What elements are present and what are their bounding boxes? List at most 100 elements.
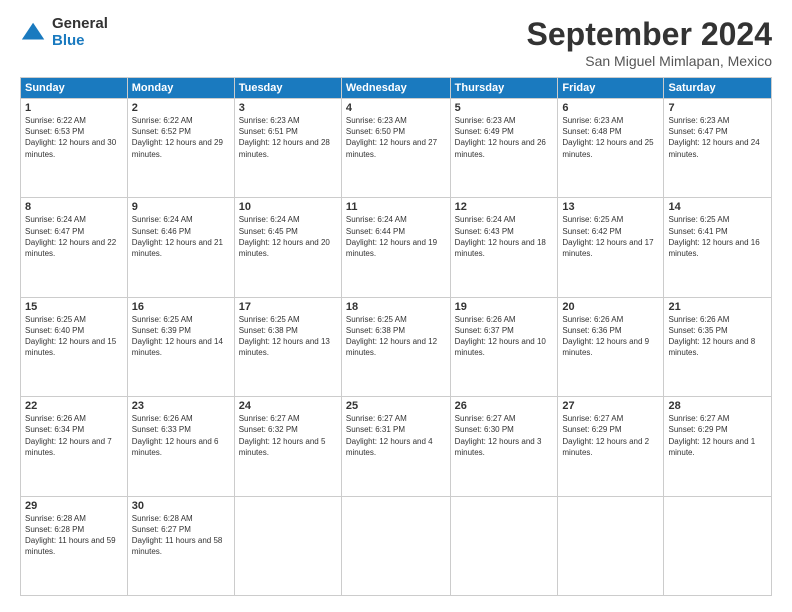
calendar-cell-1-1: 9 Sunrise: 6:24 AMSunset: 6:46 PMDayligh…	[127, 198, 234, 297]
calendar-cell-4-0: 29 Sunrise: 6:28 AMSunset: 6:28 PMDaylig…	[21, 496, 128, 595]
calendar-cell-2-3: 18 Sunrise: 6:25 AMSunset: 6:38 PMDaylig…	[341, 297, 450, 396]
calendar-cell-2-4: 19 Sunrise: 6:26 AMSunset: 6:37 PMDaylig…	[450, 297, 558, 396]
calendar-cell-3-5: 27 Sunrise: 6:27 AMSunset: 6:29 PMDaylig…	[558, 397, 664, 496]
day-info: Sunrise: 6:22 AMSunset: 6:53 PMDaylight:…	[25, 115, 123, 160]
day-number: 19	[455, 301, 554, 313]
calendar-cell-4-6	[664, 496, 772, 595]
day-number: 25	[346, 400, 446, 412]
calendar-cell-4-4	[450, 496, 558, 595]
day-number: 26	[455, 400, 554, 412]
day-info: Sunrise: 6:23 AMSunset: 6:47 PMDaylight:…	[668, 115, 767, 160]
day-info: Sunrise: 6:26 AMSunset: 6:37 PMDaylight:…	[455, 314, 554, 359]
day-number: 1	[25, 102, 123, 114]
day-info: Sunrise: 6:26 AMSunset: 6:35 PMDaylight:…	[668, 314, 767, 359]
day-info: Sunrise: 6:27 AMSunset: 6:29 PMDaylight:…	[562, 413, 659, 458]
col-friday: Friday	[558, 78, 664, 99]
day-number: 8	[25, 201, 123, 213]
calendar-header-row: Sunday Monday Tuesday Wednesday Thursday…	[21, 78, 772, 99]
day-number: 14	[668, 201, 767, 213]
day-number: 11	[346, 201, 446, 213]
day-number: 24	[239, 400, 337, 412]
day-number: 29	[25, 500, 123, 512]
day-number: 27	[562, 400, 659, 412]
day-info: Sunrise: 6:27 AMSunset: 6:29 PMDaylight:…	[668, 413, 767, 458]
calendar-cell-1-4: 12 Sunrise: 6:24 AMSunset: 6:43 PMDaylig…	[450, 198, 558, 297]
col-sunday: Sunday	[21, 78, 128, 99]
day-number: 9	[132, 201, 230, 213]
day-number: 5	[455, 102, 554, 114]
day-number: 12	[455, 201, 554, 213]
day-info: Sunrise: 6:23 AMSunset: 6:51 PMDaylight:…	[239, 115, 337, 160]
day-info: Sunrise: 6:25 AMSunset: 6:40 PMDaylight:…	[25, 314, 123, 359]
week-row-1: 1 Sunrise: 6:22 AMSunset: 6:53 PMDayligh…	[21, 99, 772, 198]
day-info: Sunrise: 6:24 AMSunset: 6:46 PMDaylight:…	[132, 214, 230, 259]
day-info: Sunrise: 6:23 AMSunset: 6:50 PMDaylight:…	[346, 115, 446, 160]
calendar-cell-0-0: 1 Sunrise: 6:22 AMSunset: 6:53 PMDayligh…	[21, 99, 128, 198]
calendar-cell-4-1: 30 Sunrise: 6:28 AMSunset: 6:27 PMDaylig…	[127, 496, 234, 595]
logo-general: General	[52, 16, 108, 33]
day-info: Sunrise: 6:27 AMSunset: 6:31 PMDaylight:…	[346, 413, 446, 458]
calendar-table: Sunday Monday Tuesday Wednesday Thursday…	[20, 77, 772, 596]
calendar-cell-2-6: 21 Sunrise: 6:26 AMSunset: 6:35 PMDaylig…	[664, 297, 772, 396]
day-info: Sunrise: 6:23 AMSunset: 6:49 PMDaylight:…	[455, 115, 554, 160]
logo-blue: Blue	[52, 33, 108, 50]
calendar-cell-2-0: 15 Sunrise: 6:25 AMSunset: 6:40 PMDaylig…	[21, 297, 128, 396]
calendar-cell-2-1: 16 Sunrise: 6:25 AMSunset: 6:39 PMDaylig…	[127, 297, 234, 396]
col-wednesday: Wednesday	[341, 78, 450, 99]
day-info: Sunrise: 6:25 AMSunset: 6:39 PMDaylight:…	[132, 314, 230, 359]
day-number: 3	[239, 102, 337, 114]
day-number: 15	[25, 301, 123, 313]
calendar-cell-3-4: 26 Sunrise: 6:27 AMSunset: 6:30 PMDaylig…	[450, 397, 558, 496]
day-number: 6	[562, 102, 659, 114]
day-info: Sunrise: 6:25 AMSunset: 6:38 PMDaylight:…	[346, 314, 446, 359]
calendar-cell-2-2: 17 Sunrise: 6:25 AMSunset: 6:38 PMDaylig…	[234, 297, 341, 396]
day-info: Sunrise: 6:24 AMSunset: 6:45 PMDaylight:…	[239, 214, 337, 259]
calendar-cell-1-3: 11 Sunrise: 6:24 AMSunset: 6:44 PMDaylig…	[341, 198, 450, 297]
day-number: 20	[562, 301, 659, 313]
calendar-cell-4-2	[234, 496, 341, 595]
calendar-cell-0-4: 5 Sunrise: 6:23 AMSunset: 6:49 PMDayligh…	[450, 99, 558, 198]
day-number: 2	[132, 102, 230, 114]
calendar-cell-4-3	[341, 496, 450, 595]
day-info: Sunrise: 6:25 AMSunset: 6:38 PMDaylight:…	[239, 314, 337, 359]
week-row-5: 29 Sunrise: 6:28 AMSunset: 6:28 PMDaylig…	[21, 496, 772, 595]
day-number: 23	[132, 400, 230, 412]
day-info: Sunrise: 6:27 AMSunset: 6:32 PMDaylight:…	[239, 413, 337, 458]
calendar-cell-0-1: 2 Sunrise: 6:22 AMSunset: 6:52 PMDayligh…	[127, 99, 234, 198]
day-number: 13	[562, 201, 659, 213]
calendar-cell-3-2: 24 Sunrise: 6:27 AMSunset: 6:32 PMDaylig…	[234, 397, 341, 496]
calendar-cell-0-5: 6 Sunrise: 6:23 AMSunset: 6:48 PMDayligh…	[558, 99, 664, 198]
logo: General Blue	[20, 16, 108, 49]
day-number: 16	[132, 301, 230, 313]
calendar-cell-2-5: 20 Sunrise: 6:26 AMSunset: 6:36 PMDaylig…	[558, 297, 664, 396]
col-monday: Monday	[127, 78, 234, 99]
day-info: Sunrise: 6:26 AMSunset: 6:33 PMDaylight:…	[132, 413, 230, 458]
calendar-cell-3-1: 23 Sunrise: 6:26 AMSunset: 6:33 PMDaylig…	[127, 397, 234, 496]
col-saturday: Saturday	[664, 78, 772, 99]
calendar-cell-1-5: 13 Sunrise: 6:25 AMSunset: 6:42 PMDaylig…	[558, 198, 664, 297]
day-info: Sunrise: 6:28 AMSunset: 6:27 PMDaylight:…	[132, 513, 230, 558]
day-number: 17	[239, 301, 337, 313]
day-info: Sunrise: 6:24 AMSunset: 6:44 PMDaylight:…	[346, 214, 446, 259]
day-number: 18	[346, 301, 446, 313]
calendar-cell-1-6: 14 Sunrise: 6:25 AMSunset: 6:41 PMDaylig…	[664, 198, 772, 297]
day-info: Sunrise: 6:26 AMSunset: 6:36 PMDaylight:…	[562, 314, 659, 359]
calendar-cell-3-3: 25 Sunrise: 6:27 AMSunset: 6:31 PMDaylig…	[341, 397, 450, 496]
calendar-cell-0-2: 3 Sunrise: 6:23 AMSunset: 6:51 PMDayligh…	[234, 99, 341, 198]
day-info: Sunrise: 6:23 AMSunset: 6:48 PMDaylight:…	[562, 115, 659, 160]
month-title: September 2024	[527, 16, 772, 53]
calendar-cell-0-3: 4 Sunrise: 6:23 AMSunset: 6:50 PMDayligh…	[341, 99, 450, 198]
day-info: Sunrise: 6:25 AMSunset: 6:41 PMDaylight:…	[668, 214, 767, 259]
week-row-4: 22 Sunrise: 6:26 AMSunset: 6:34 PMDaylig…	[21, 397, 772, 496]
logo-icon	[20, 19, 48, 47]
day-info: Sunrise: 6:25 AMSunset: 6:42 PMDaylight:…	[562, 214, 659, 259]
calendar-cell-1-2: 10 Sunrise: 6:24 AMSunset: 6:45 PMDaylig…	[234, 198, 341, 297]
day-number: 21	[668, 301, 767, 313]
day-number: 4	[346, 102, 446, 114]
page: General Blue September 2024 San Miguel M…	[0, 0, 792, 612]
calendar-cell-3-6: 28 Sunrise: 6:27 AMSunset: 6:29 PMDaylig…	[664, 397, 772, 496]
day-number: 28	[668, 400, 767, 412]
calendar-cell-0-6: 7 Sunrise: 6:23 AMSunset: 6:47 PMDayligh…	[664, 99, 772, 198]
week-row-2: 8 Sunrise: 6:24 AMSunset: 6:47 PMDayligh…	[21, 198, 772, 297]
day-info: Sunrise: 6:24 AMSunset: 6:43 PMDaylight:…	[455, 214, 554, 259]
